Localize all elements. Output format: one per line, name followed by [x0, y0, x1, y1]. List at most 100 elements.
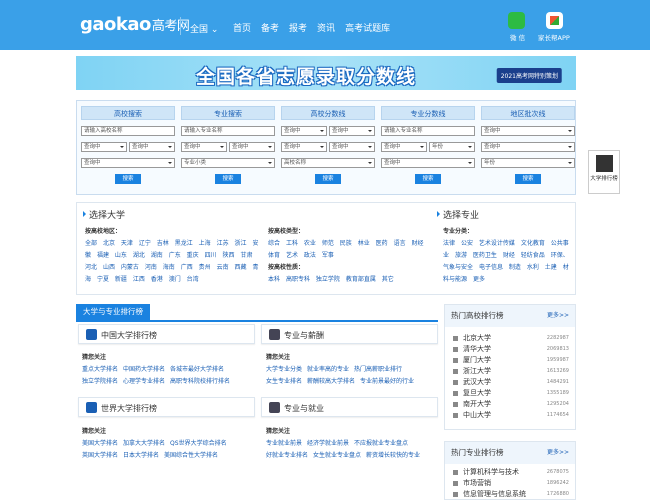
ranking-link[interactable]: 专业就业前景	[266, 440, 302, 447]
major-score-year-select[interactable]: 年份	[429, 142, 475, 152]
promo-banner[interactable]: 全国各省志愿录取分数线 2021高考网特别策划	[76, 56, 576, 90]
major-search-button[interactable]: 搜索	[215, 174, 241, 184]
major-category-link[interactable]: 更多	[473, 276, 485, 283]
type-link[interactable]: 语言	[394, 240, 406, 247]
hot-college-item[interactable]: 厦门大学 1959987	[445, 355, 575, 366]
region-link[interactable]: 陕西	[223, 252, 235, 259]
ranking-link[interactable]: 各城市最好大学排名	[170, 366, 224, 373]
region-link[interactable]: 澳门	[169, 276, 181, 283]
type-link[interactable]: 体育	[268, 252, 280, 259]
hot-college-item[interactable]: 武汉大学 1484291	[445, 377, 575, 388]
ranking-section-tab[interactable]: 大学与专业排行榜	[76, 304, 150, 320]
region-link[interactable]: 新疆	[115, 276, 127, 283]
region-link[interactable]: 贵州	[199, 264, 211, 271]
ranking-link[interactable]: QS世界大学综合排名	[170, 440, 227, 447]
region-link[interactable]: 天津	[121, 240, 133, 247]
region-link[interactable]: 重庆	[187, 252, 199, 259]
nature-link[interactable]: 其它	[382, 276, 394, 283]
hot-colleges-more-link[interactable]: 更多>>	[547, 305, 569, 327]
hot-major-item[interactable]: 信息管理与信息系统 1726880	[445, 489, 575, 500]
site-logo[interactable]: gaokao高考网	[80, 14, 190, 35]
ranking-link[interactable]: 心理学专业排名	[123, 378, 165, 385]
major-category-select[interactable]: 查询中	[229, 142, 275, 152]
hot-college-item[interactable]: 中山大学 1174654	[445, 410, 575, 421]
type-link[interactable]: 政法	[304, 252, 316, 259]
ranking-link[interactable]: 经济学就业前景	[307, 440, 349, 447]
region-link[interactable]: 海南	[163, 264, 175, 271]
university-ranking-float[interactable]: 大学排行榜	[588, 150, 620, 194]
hot-college-item[interactable]: 南开大学 1295204	[445, 399, 575, 410]
ranking-link[interactable]: 独立学院排名	[82, 378, 118, 385]
region-link[interactable]: 山东	[115, 252, 127, 259]
major-subcategory-select[interactable]: 专业小类	[181, 158, 275, 168]
college-score-subject-select[interactable]: 查询中	[329, 126, 375, 136]
ranking-link[interactable]: 薪资增长较快的专业	[366, 452, 420, 459]
major-category-link[interactable]: 艺术设计传媒	[479, 240, 515, 247]
college-name-input[interactable]: 请输入高校名称	[81, 126, 175, 136]
major-category-link[interactable]: 轻纺食品	[521, 252, 545, 259]
region-link[interactable]: 河南	[145, 264, 157, 271]
ranking-link[interactable]: 中国药大学排名	[123, 366, 165, 373]
wechat-label[interactable]: 微 信	[510, 32, 525, 42]
major-category-link[interactable]: 法律	[443, 240, 455, 247]
region-batch-year-select[interactable]: 年份	[481, 158, 575, 168]
region-link[interactable]: 辽宁	[139, 240, 151, 247]
region-link[interactable]: 河北	[85, 264, 97, 271]
major-salary-card[interactable]: 专业与薪酬	[261, 324, 438, 344]
ranking-link[interactable]: 美国大学排名	[82, 440, 118, 447]
major-level-select[interactable]: 查询中	[181, 142, 227, 152]
region-link[interactable]: 台湾	[187, 276, 199, 283]
region-link[interactable]: 湖南	[151, 252, 163, 259]
college-score-search-button[interactable]: 搜索	[315, 174, 341, 184]
type-link[interactable]: 工科	[286, 240, 298, 247]
region-link[interactable]: 北京	[103, 240, 115, 247]
hot-majors-more-link[interactable]: 更多>>	[547, 442, 569, 464]
hot-major-item[interactable]: 计算机科学与技术 2678075	[445, 467, 575, 478]
major-category-link[interactable]: 电子信息	[479, 264, 503, 271]
ranking-link[interactable]: 女生专业排名	[266, 378, 302, 385]
type-link[interactable]: 农业	[304, 240, 316, 247]
region-link[interactable]: 上海	[199, 240, 211, 247]
type-link[interactable]: 民族	[340, 240, 352, 247]
college-score-batch-select[interactable]: 查询中	[281, 142, 327, 152]
ranking-link[interactable]: 重点大学排名	[82, 366, 118, 373]
type-link[interactable]: 艺术	[286, 252, 298, 259]
ranking-link[interactable]: 日本大学排名	[123, 452, 159, 459]
major-category-link[interactable]: 水利	[527, 264, 539, 271]
nav-exam-bank[interactable]: 高考试题库	[345, 21, 390, 34]
region-link[interactable]: 甘肃	[240, 252, 252, 259]
wechat-icon[interactable]	[508, 12, 525, 29]
type-link[interactable]: 林业	[358, 240, 370, 247]
major-score-subject-select[interactable]: 查询中	[381, 158, 475, 168]
nature-link[interactable]: 教育部直属	[346, 276, 376, 283]
ranking-link[interactable]: 大学专业分类	[266, 366, 302, 373]
region-link[interactable]: 云南	[217, 264, 229, 271]
college-score-province-select[interactable]: 查询中	[281, 126, 327, 136]
ranking-link[interactable]: 英国大学排名	[82, 452, 118, 459]
ranking-link[interactable]: 就业率高的专业	[307, 366, 349, 373]
region-batch-subject-select[interactable]: 查询中	[481, 142, 575, 152]
major-category-link[interactable]: 财经	[503, 252, 515, 259]
college-score-name-select[interactable]: 高校名称	[281, 158, 375, 168]
ranking-link[interactable]: 高职专科院校排行排名	[170, 378, 230, 385]
major-score-province-select[interactable]: 查询中	[381, 142, 427, 152]
major-score-search-button[interactable]: 搜索	[415, 174, 441, 184]
region-link[interactable]: 吉林	[157, 240, 169, 247]
type-link[interactable]: 军事	[322, 252, 334, 259]
region-link[interactable]: 浙江	[235, 240, 247, 247]
major-category-link[interactable]: 旅游	[455, 252, 467, 259]
type-link[interactable]: 师范	[322, 240, 334, 247]
major-name-input[interactable]: 请输入专业名称	[181, 126, 275, 136]
major-category-link[interactable]: 医药卫生	[473, 252, 497, 259]
type-link[interactable]: 综合	[268, 240, 280, 247]
hot-college-item[interactable]: 复旦大学 1355189	[445, 388, 575, 399]
region-link[interactable]: 四川	[205, 252, 217, 259]
major-category-link[interactable]: 公安	[461, 240, 473, 247]
major-category-link[interactable]: 土建	[545, 264, 557, 271]
ranking-link[interactable]: 好就业专业排名	[266, 452, 308, 459]
major-score-name-input[interactable]: 请输入专业名称	[381, 126, 475, 136]
region-link[interactable]: 西藏	[235, 264, 247, 271]
college-score-year-select[interactable]: 查询中	[329, 142, 375, 152]
region-batch-province-select[interactable]: 查询中	[481, 126, 575, 136]
ranking-link[interactable]: 不应报就业专业盘点	[354, 440, 408, 447]
